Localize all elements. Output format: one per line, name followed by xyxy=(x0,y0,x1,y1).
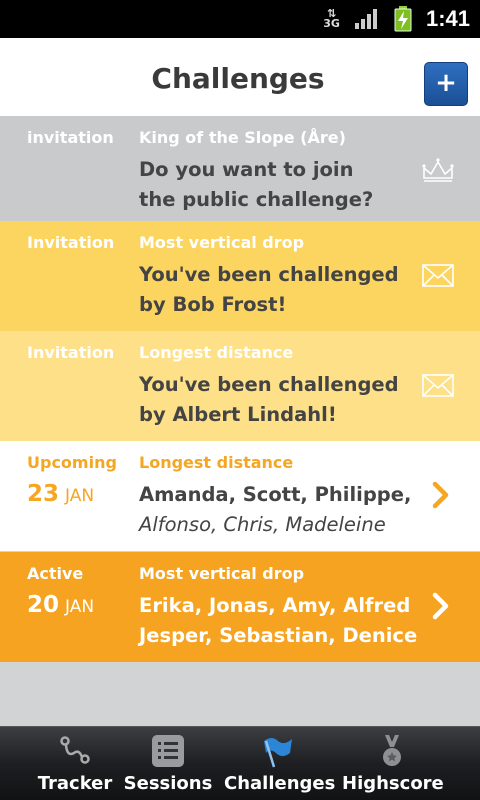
app-header: Challenges + xyxy=(0,38,480,116)
tab-challenges[interactable]: Challenges xyxy=(224,727,336,800)
participants-line2: Jesper, Sebastian, Denice xyxy=(139,624,418,647)
add-challenge-button[interactable]: + xyxy=(424,62,468,106)
challenge-message-line1: Do you want to join xyxy=(139,158,354,181)
tab-label: Sessions xyxy=(123,773,213,794)
bottom-tab-bar: Tracker Sessions Challenges Highscore xyxy=(0,726,480,800)
challenge-type: Longest distance xyxy=(139,453,294,472)
chevron-right-icon[interactable] xyxy=(420,479,456,511)
challenge-status: Invitation xyxy=(27,233,115,252)
flag-icon xyxy=(264,738,292,768)
challenge-date: 20 JAN xyxy=(27,592,94,618)
challenge-item[interactable]: Invitation Most vertical drop You've bee… xyxy=(0,221,480,331)
challenge-status: Upcoming xyxy=(27,453,117,472)
battery-charging-icon xyxy=(394,6,412,32)
medal-icon xyxy=(383,735,401,766)
tab-label: Challenges xyxy=(224,773,336,794)
challenge-message-line1: You've been challenged xyxy=(139,263,399,286)
challenge-type: Most vertical drop xyxy=(139,564,305,583)
participants-line2: Alfonso, Chris, Madeleine xyxy=(139,513,386,536)
tab-label: Tracker xyxy=(37,773,113,794)
challenge-type: Longest distance xyxy=(139,343,294,362)
route-icon xyxy=(60,736,90,764)
crown-icon xyxy=(422,158,454,182)
challenge-item[interactable]: Active 20 JAN Most vertical drop Erika, J… xyxy=(0,552,480,662)
page-title: Challenges xyxy=(151,62,325,95)
challenge-status: Invitation xyxy=(27,343,115,362)
challenge-message-line1: You've been challenged xyxy=(139,373,399,396)
challenge-item[interactable]: Invitation Longest distance You've been … xyxy=(0,331,480,441)
status-bar: ⇅ 3G 1:41 xyxy=(0,0,480,38)
challenge-type: King of the Slope (Åre) xyxy=(139,128,346,147)
tab-sessions[interactable]: Sessions xyxy=(122,727,214,800)
date-month: JAN xyxy=(65,486,95,506)
signal-icon xyxy=(354,9,377,29)
participants-line1: Amanda, Scott, Philippe, xyxy=(139,483,412,506)
tab-label: Highscore xyxy=(342,773,444,794)
challenge-status: invitation xyxy=(27,128,114,147)
challenge-status: Active xyxy=(27,564,84,583)
chevron-right-icon[interactable] xyxy=(420,590,456,622)
tab-tracker[interactable]: Tracker xyxy=(30,727,120,800)
challenge-date: 23 JAN xyxy=(27,481,94,507)
clock: 1:41 xyxy=(425,6,470,31)
challenge-message-line2: by Albert Lindahl! xyxy=(139,403,337,426)
envelope-icon xyxy=(422,264,454,287)
tab-highscore[interactable]: Highscore xyxy=(342,727,444,800)
date-day: 20 xyxy=(27,592,60,618)
date-month: JAN xyxy=(65,597,95,617)
list-empty-space xyxy=(0,662,480,726)
challenge-item[interactable]: invitation King of the Slope (Åre) Do yo… xyxy=(0,116,480,226)
participants-line1: Erika, Jonas, Amy, Alfred xyxy=(139,594,411,617)
challenge-type: Most vertical drop xyxy=(139,233,305,252)
date-day: 23 xyxy=(27,481,60,507)
challenge-message-line2: the public challenge? xyxy=(139,188,374,211)
challenge-item[interactable]: Upcoming 23 JAN Longest distance Amanda, … xyxy=(0,441,480,551)
challenge-message-line2: by Bob Frost! xyxy=(139,293,287,316)
list-icon xyxy=(152,735,184,767)
envelope-icon xyxy=(422,374,454,397)
network-3g-icon: ⇅ 3G xyxy=(323,7,340,30)
